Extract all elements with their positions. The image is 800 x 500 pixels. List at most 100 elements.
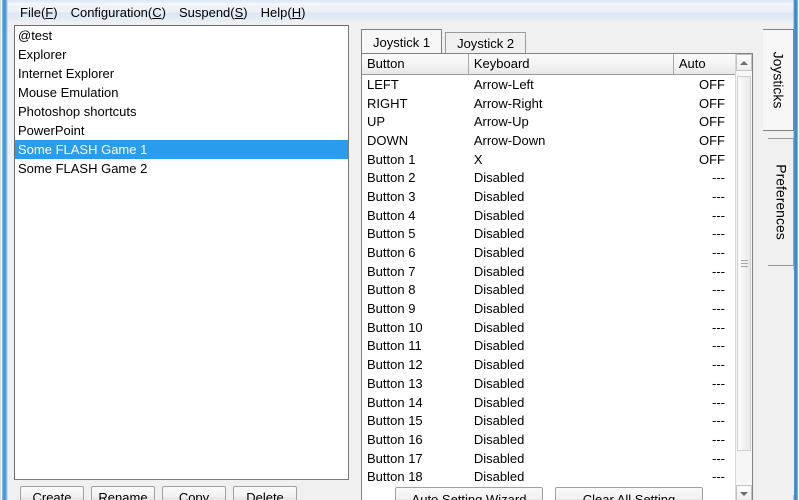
table-row[interactable]: Button 3 Disabled --- (362, 187, 735, 206)
list-item[interactable]: PowerPoint (15, 121, 348, 140)
table-row[interactable]: Button 15 Disabled --- (362, 411, 735, 430)
cell-button: Button 11 (367, 338, 422, 354)
table-row[interactable]: Button 8 Disabled --- (362, 281, 735, 300)
cell-auto: --- (712, 226, 725, 242)
list-item[interactable]: Some FLASH Game 2 (15, 159, 348, 178)
side-tab-joysticks[interactable]: Joysticks (763, 29, 794, 131)
list-item[interactable]: Photoshop shortcuts (15, 102, 348, 121)
table-row[interactable]: Button 12 Disabled --- (362, 355, 735, 374)
cell-button: Button 12 (367, 357, 423, 373)
scroll-down-button[interactable] (736, 485, 752, 500)
table-row[interactable]: Button 17 Disabled --- (362, 449, 735, 468)
list-item[interactable]: Explorer (15, 45, 348, 64)
grid-body: LEFT Arrow-Left OFF RIGHT Arrow-Right OFF UP Ar… (362, 75, 735, 500)
cell-keyboard: Disabled (473, 431, 525, 447)
cell-auto: --- (712, 413, 725, 429)
joystick-panel: Joystick 1 Joystick 2 Button Keyboard Aut… (355, 25, 759, 500)
tab-joystick-1[interactable]: Joystick 1 (361, 29, 443, 54)
tab-joystick-2[interactable]: Joystick 2 (445, 32, 527, 54)
scroll-up-button[interactable] (736, 54, 752, 71)
table-row[interactable]: DOWN Arrow-Down OFF (362, 131, 735, 150)
delete-button[interactable]: Delete (233, 486, 297, 500)
cell-button: Button 5 (367, 226, 416, 242)
cell-keyboard: Disabled (473, 170, 525, 186)
side-tab-preferences[interactable]: Preferences (768, 138, 794, 266)
table-row[interactable]: UP Arrow-Up OFF (362, 112, 735, 131)
cell-auto: --- (712, 319, 725, 335)
main-content: @test Explorer Internet Explorer Mouse Emul… (8, 22, 794, 500)
application-window: File(F) Configuration(C) Suspend(S) Help(H)… (0, 0, 800, 500)
profile-list[interactable]: @test Explorer Internet Explorer Mouse Emul… (14, 25, 349, 480)
cell-button: Button 15 (367, 413, 423, 429)
cell-button: Button 6 (367, 245, 416, 261)
table-row[interactable]: Button 13 Disabled --- (362, 374, 735, 393)
grid-vertical-scrollbar[interactable] (735, 54, 752, 500)
list-item[interactable]: Internet Explorer (15, 64, 348, 83)
scroll-up-arrow-icon (740, 60, 748, 65)
cell-keyboard: Arrow-Up (473, 114, 529, 130)
table-row[interactable]: RIGHT Arrow-Right OFF (362, 94, 735, 113)
cell-keyboard: Disabled (473, 263, 525, 279)
cell-button: UP (367, 114, 386, 130)
cell-auto: --- (712, 338, 725, 354)
column-header-keyboard[interactable]: Keyboard (468, 54, 674, 74)
side-tab-strip: Joysticks Preferences (762, 25, 800, 499)
list-item[interactable]: Mouse Emulation (15, 83, 348, 102)
rename-button[interactable]: Rename (91, 486, 155, 500)
table-row[interactable]: Button 18 Disabled --- (362, 467, 735, 486)
column-header-auto[interactable]: Auto (673, 54, 735, 74)
table-row[interactable]: Button 14 Disabled --- (362, 393, 735, 412)
grid-main: Button Keyboard Auto LEFT Arrow-Left OFF RI… (362, 54, 735, 500)
cell-keyboard: Disabled (473, 245, 525, 261)
column-header-button[interactable]: Button (362, 54, 469, 74)
cell-button: Button 1 (367, 151, 416, 167)
menu-item-h[interactable]: Help(H) (255, 4, 313, 21)
scrollbar-thumb[interactable] (737, 76, 751, 451)
cell-button: Button 9 (367, 301, 416, 317)
cell-button: RIGHT (367, 95, 408, 111)
cell-button: Button 4 (367, 207, 416, 223)
cell-keyboard: Disabled (473, 338, 525, 354)
cell-auto: --- (712, 263, 725, 279)
table-row[interactable]: Button 11 Disabled --- (362, 337, 735, 356)
table-row[interactable]: Button 5 Disabled --- (362, 225, 735, 244)
cell-keyboard: Disabled (473, 357, 525, 373)
table-row[interactable]: Button 1 X OFF (362, 150, 735, 169)
clear-all-setting-button[interactable]: Clear All Setting (555, 487, 703, 500)
menu-item-s[interactable]: Suspend(S) (173, 4, 255, 21)
profile-action-buttons: Create Rename Copy Delete (20, 486, 297, 500)
cell-button: Button 13 (367, 375, 423, 391)
table-row[interactable]: Button 4 Disabled --- (362, 206, 735, 225)
cell-auto: --- (712, 170, 725, 186)
list-item[interactable]: Some FLASH Game 1 (15, 140, 348, 159)
cell-button: Button 18 (367, 469, 423, 485)
auto-setting-wizard-button[interactable]: Auto Setting Wizard (395, 487, 543, 500)
scroll-down-arrow-icon (740, 491, 748, 496)
cell-keyboard: Disabled (473, 226, 525, 242)
create-button[interactable]: Create (20, 486, 84, 500)
grid-header-row: Button Keyboard Auto (362, 54, 735, 75)
cell-button: Button 7 (367, 263, 416, 279)
table-row[interactable]: Button 16 Disabled --- (362, 430, 735, 449)
cell-button: DOWN (367, 132, 409, 148)
scroll-thumb-grip-icon (741, 259, 748, 268)
cell-auto: OFF (699, 151, 725, 167)
table-row[interactable]: Button 7 Disabled --- (362, 262, 735, 281)
cell-auto: --- (712, 450, 725, 466)
cell-button: Button 14 (367, 394, 423, 410)
cell-keyboard: Disabled (473, 469, 525, 485)
table-row[interactable]: Button 6 Disabled --- (362, 243, 735, 262)
cell-keyboard: Arrow-Left (473, 76, 534, 92)
table-row[interactable]: Button 9 Disabled --- (362, 299, 735, 318)
table-row[interactable]: LEFT Arrow-Left OFF (362, 75, 735, 94)
table-row[interactable]: Button 2 Disabled --- (362, 168, 735, 187)
window-border-left (0, 0, 8, 500)
cell-button: LEFT (367, 76, 399, 92)
menu-item-f[interactable]: File(F) (14, 4, 65, 21)
cell-auto: OFF (699, 76, 725, 92)
table-row[interactable]: Button 10 Disabled --- (362, 318, 735, 337)
copy-button[interactable]: Copy (162, 486, 226, 500)
menu-item-c[interactable]: Configuration(C) (65, 4, 173, 21)
list-item[interactable]: @test (15, 26, 348, 45)
cell-keyboard: X (473, 151, 483, 167)
